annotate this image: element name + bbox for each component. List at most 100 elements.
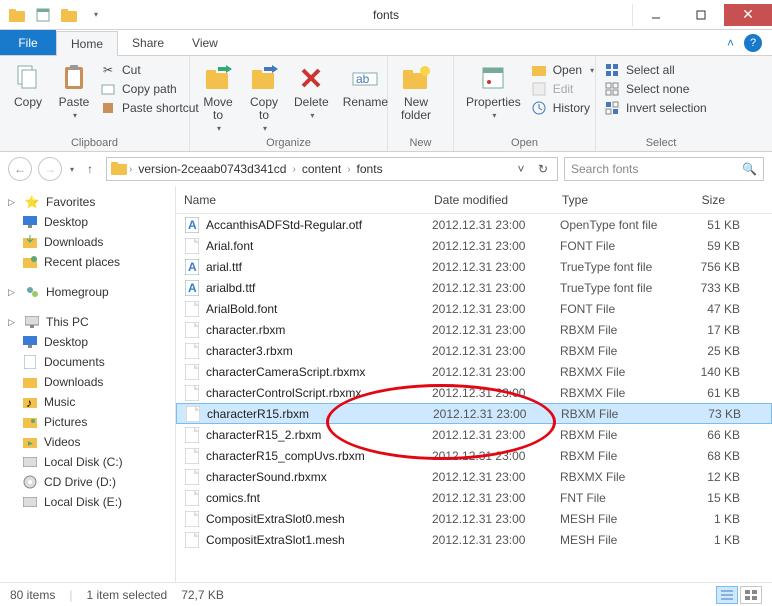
column-date[interactable]: Date modified bbox=[426, 193, 554, 207]
file-tab[interactable]: File bbox=[0, 30, 56, 55]
folder-icon bbox=[111, 161, 127, 178]
file-row[interactable]: CompositExtraSlot0.mesh2012.12.31 23:00M… bbox=[176, 508, 772, 529]
file-row[interactable]: ArialBold.font2012.12.31 23:00FONT File4… bbox=[176, 298, 772, 319]
navigation-pane: ▷⭐Favorites Desktop Downloads Recent pla… bbox=[0, 186, 176, 582]
rename-button[interactable]: abRename bbox=[339, 60, 392, 111]
history-button[interactable]: History bbox=[531, 100, 594, 116]
file-type: RBXMX File bbox=[560, 470, 680, 484]
sidebar-item-desktop[interactable]: Desktop bbox=[0, 212, 175, 232]
edit-icon bbox=[531, 81, 547, 97]
file-row[interactable]: characterR15_2.rbxm2012.12.31 23:00RBXM … bbox=[176, 424, 772, 445]
file-name: CompositExtraSlot1.mesh bbox=[206, 533, 432, 547]
file-icon bbox=[184, 385, 200, 401]
sidebar-item[interactable]: Documents bbox=[0, 352, 175, 372]
cut-button[interactable]: ✂Cut bbox=[100, 62, 199, 78]
svg-text:A: A bbox=[188, 281, 197, 295]
details-view-button[interactable] bbox=[716, 586, 738, 604]
paste-shortcut-button[interactable]: Paste shortcut bbox=[100, 100, 199, 116]
move-to-button[interactable]: Move to▾ bbox=[198, 60, 238, 135]
thumbnails-view-button[interactable] bbox=[740, 586, 762, 604]
file-row[interactable]: AAccanthisADFStd-Regular.otf2012.12.31 2… bbox=[176, 214, 772, 235]
file-row[interactable]: characterR15_compUvs.rbxm2012.12.31 23:0… bbox=[176, 445, 772, 466]
group-label: Organize bbox=[198, 135, 379, 149]
column-name[interactable]: Name bbox=[176, 193, 426, 207]
file-type: MESH File bbox=[560, 533, 680, 547]
column-type[interactable]: Type bbox=[554, 193, 674, 207]
file-row[interactable]: character3.rbxm2012.12.31 23:00RBXM File… bbox=[176, 340, 772, 361]
homegroup-icon bbox=[24, 284, 40, 300]
file-row[interactable]: characterControlScript.rbxmx2012.12.31 2… bbox=[176, 382, 772, 403]
sidebar-item[interactable]: Local Disk (E:) bbox=[0, 492, 175, 512]
breadcrumb-item[interactable]: content bbox=[298, 162, 345, 176]
file-row[interactable]: characterR15.rbxm2012.12.31 23:00RBXM Fi… bbox=[176, 403, 772, 424]
address-bar[interactable]: › version-2ceaab0743d341cd› content› fon… bbox=[106, 157, 558, 181]
file-type: RBXM File bbox=[560, 323, 680, 337]
sidebar-item[interactable]: CD Drive (D:) bbox=[0, 472, 175, 492]
file-name: ArialBold.font bbox=[206, 302, 432, 316]
refresh-button[interactable]: ↻ bbox=[533, 159, 553, 179]
file-date: 2012.12.31 23:00 bbox=[432, 260, 560, 274]
back-button[interactable]: ← bbox=[8, 157, 32, 181]
file-row[interactable]: comics.fnt2012.12.31 23:00FNT File15 KB bbox=[176, 487, 772, 508]
select-none-button[interactable]: Select none bbox=[604, 81, 707, 97]
scissors-icon: ✂ bbox=[100, 62, 116, 78]
properties-button[interactable]: Properties▾ bbox=[462, 60, 525, 122]
status-bar: 80 items | 1 item selected 72,7 KB bbox=[0, 582, 772, 606]
search-placeholder: Search fonts bbox=[571, 162, 638, 176]
sidebar-item[interactable]: ♪Music bbox=[0, 392, 175, 412]
file-size: 733 KB bbox=[680, 281, 740, 295]
sidebar-item-recent[interactable]: Recent places bbox=[0, 252, 175, 272]
sidebar-item[interactable]: Pictures bbox=[0, 412, 175, 432]
delete-icon bbox=[295, 62, 327, 94]
forward-button[interactable]: → bbox=[38, 157, 62, 181]
select-all-button[interactable]: Select all bbox=[604, 62, 707, 78]
open-button[interactable]: Open▾ bbox=[531, 62, 594, 78]
svg-text:ab: ab bbox=[356, 72, 370, 86]
file-row[interactable]: character.rbxm2012.12.31 23:00RBXM File1… bbox=[176, 319, 772, 340]
new-folder-button[interactable]: New folder bbox=[396, 60, 436, 124]
sidebar-item[interactable]: Local Disk (C:) bbox=[0, 452, 175, 472]
group-label: New bbox=[396, 135, 445, 149]
view-tab[interactable]: View bbox=[178, 30, 232, 55]
history-dropdown-icon[interactable]: ▾ bbox=[70, 165, 74, 174]
copy-path-button[interactable]: Copy path bbox=[100, 81, 199, 97]
file-row[interactable]: CompositExtraSlot1.mesh2012.12.31 23:00M… bbox=[176, 529, 772, 550]
search-input[interactable]: Search fonts 🔍 bbox=[564, 157, 764, 181]
address-dropdown-icon[interactable]: ˅ bbox=[511, 159, 531, 179]
breadcrumb-item[interactable]: fonts bbox=[353, 162, 387, 176]
file-row[interactable]: characterCameraScript.rbxmx2012.12.31 23… bbox=[176, 361, 772, 382]
file-size: 61 KB bbox=[680, 386, 740, 400]
column-size[interactable]: Size bbox=[674, 193, 734, 207]
delete-button[interactable]: Delete▾ bbox=[290, 60, 333, 122]
invert-selection-button[interactable]: Invert selection bbox=[604, 100, 707, 116]
copy-to-button[interactable]: Copy to▾ bbox=[244, 60, 284, 135]
share-tab[interactable]: Share bbox=[118, 30, 178, 55]
homegroup-group[interactable]: ▷Homegroup bbox=[0, 282, 175, 302]
ribbon-expand-icon[interactable]: ˄ bbox=[727, 36, 734, 50]
window-title: fonts bbox=[0, 8, 772, 22]
sidebar-item[interactable]: Downloads bbox=[0, 372, 175, 392]
invert-selection-icon bbox=[604, 100, 620, 116]
select-all-icon bbox=[604, 62, 620, 78]
sidebar-item-downloads[interactable]: Downloads bbox=[0, 232, 175, 252]
properties-icon bbox=[477, 62, 509, 94]
file-row[interactable]: Arial.font2012.12.31 23:00FONT File59 KB bbox=[176, 235, 772, 256]
copy-button[interactable]: Copy bbox=[8, 60, 48, 111]
home-tab[interactable]: Home bbox=[56, 31, 118, 56]
favorites-group[interactable]: ▷⭐Favorites bbox=[0, 192, 175, 212]
file-name: characterControlScript.rbxmx bbox=[206, 386, 432, 400]
file-row[interactable]: Aarialbd.ttf2012.12.31 23:00TrueType fon… bbox=[176, 277, 772, 298]
sidebar-item[interactable]: Desktop bbox=[0, 332, 175, 352]
breadcrumb-item[interactable]: version-2ceaab0743d341cd bbox=[134, 162, 290, 176]
file-row[interactable]: Aarial.ttf2012.12.31 23:00TrueType font … bbox=[176, 256, 772, 277]
file-row[interactable]: characterSound.rbxmx2012.12.31 23:00RBXM… bbox=[176, 466, 772, 487]
up-button[interactable]: ↑ bbox=[80, 159, 100, 179]
paste-button[interactable]: Paste ▾ bbox=[54, 60, 94, 122]
thispc-group[interactable]: ▷This PC bbox=[0, 312, 175, 332]
file-date: 2012.12.31 23:00 bbox=[432, 491, 560, 505]
sidebar-item[interactable]: Videos bbox=[0, 432, 175, 452]
edit-button[interactable]: Edit bbox=[531, 81, 594, 97]
file-date: 2012.12.31 23:00 bbox=[432, 239, 560, 253]
file-type: RBXMX File bbox=[560, 365, 680, 379]
help-button[interactable]: ? bbox=[744, 34, 762, 52]
